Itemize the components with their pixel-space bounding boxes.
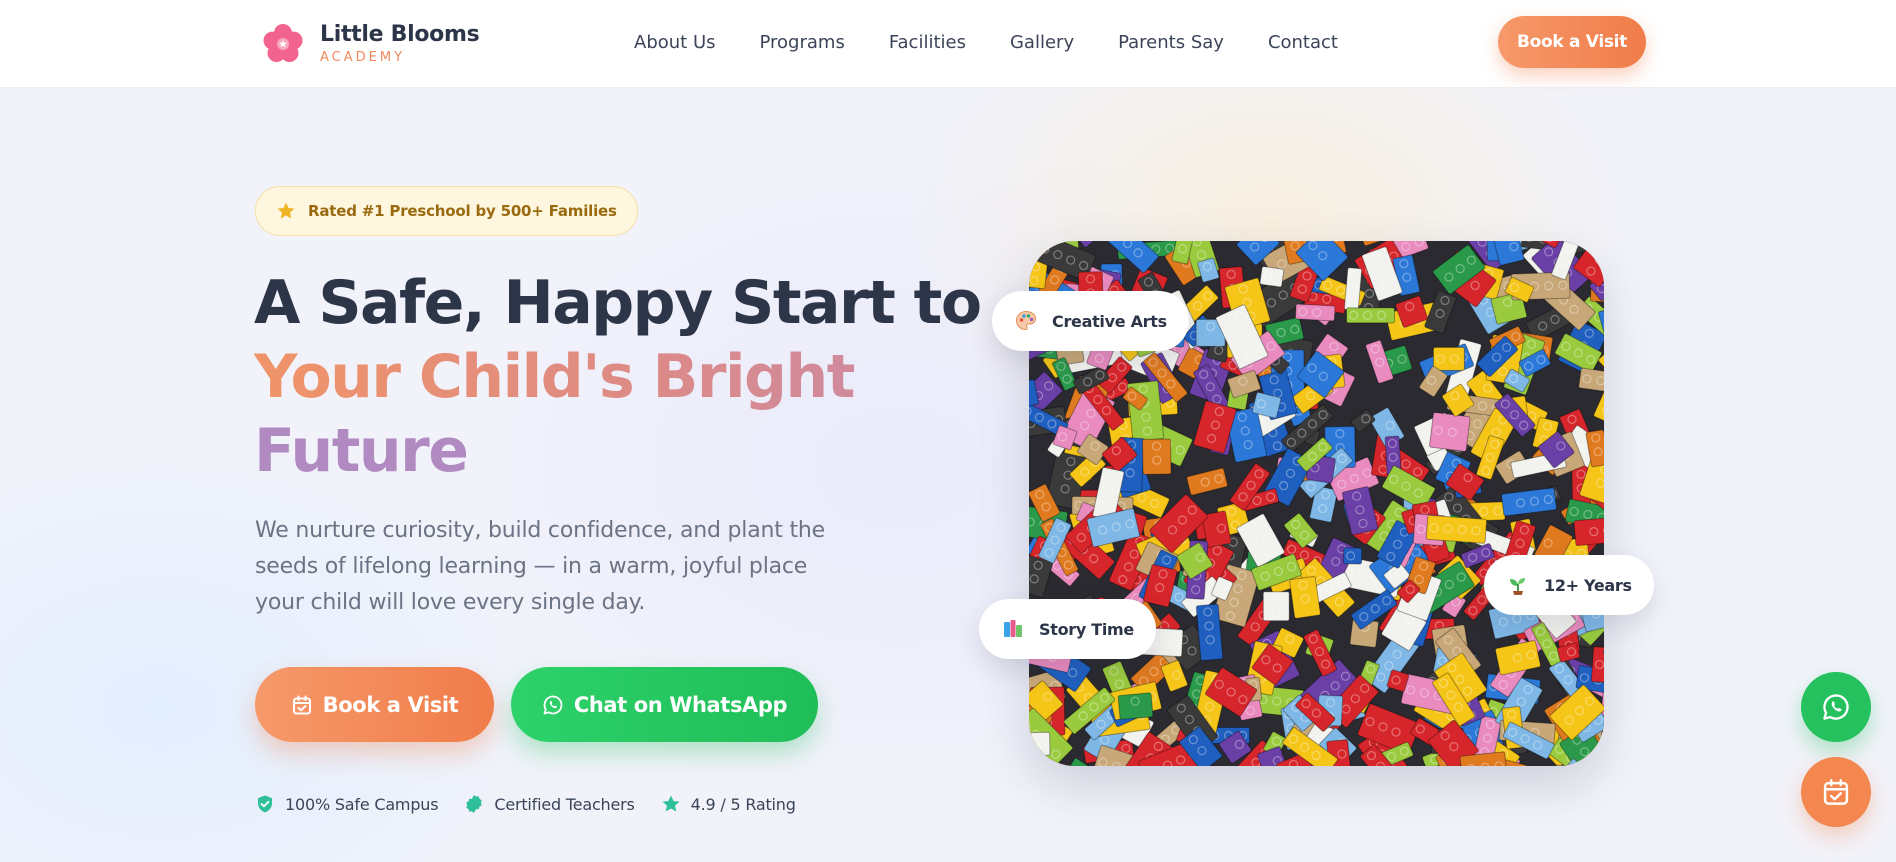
hero-description: We nurture curiosity, build confidence, … [255, 518, 825, 615]
chip-story-time-label: Story Time [1039, 619, 1134, 639]
palette-icon [1015, 310, 1037, 331]
chip-creative-arts: Creative Arts [992, 291, 1189, 351]
trust-item-safe-campus: 100% Safe Campus [255, 794, 439, 814]
nav-link-programs[interactable]: Programs [760, 30, 845, 56]
rating-badge: Rated #1 Preschool by 500+ Families [255, 186, 638, 236]
rating-badge-text: Rated #1 Preschool by 500+ Families [308, 202, 617, 220]
whatsapp-icon [543, 695, 563, 714]
book-visit-label: Book a Visit [322, 692, 459, 717]
star-icon [277, 202, 295, 219]
whatsapp-icon [1823, 694, 1849, 720]
headline-line-2: Your Child's Bright [254, 340, 954, 414]
headline-line-3: Future [254, 416, 469, 486]
books-icon [1004, 620, 1022, 637]
header-book-visit-button[interactable]: Book a Visit [1498, 16, 1646, 68]
nav-link-parents-say[interactable]: Parents Say [1118, 30, 1224, 56]
trust-text: Certified Teachers [494, 794, 635, 814]
headline-line-1: A Safe, Happy Start to [254, 268, 982, 338]
seedling-icon [1510, 578, 1525, 595]
trust-item-rating: 4.9 / 5 Rating [661, 794, 796, 814]
chip-years-experience: 12+ Years [1484, 555, 1654, 615]
calendar-check-icon [1823, 779, 1849, 805]
site-header: Little Blooms ACADEMY About Us Programs … [0, 0, 1896, 88]
nav-link-gallery[interactable]: Gallery [1010, 30, 1074, 56]
chat-whatsapp-button[interactable]: Chat on WhatsApp [511, 667, 818, 742]
chat-whatsapp-label: Chat on WhatsApp [573, 692, 788, 717]
floating-book-visit-button[interactable] [1801, 757, 1871, 827]
trust-text: 4.9 / 5 Rating [690, 794, 796, 814]
trust-indicators: 100% Safe Campus Certified Teachers 4.9 … [255, 794, 822, 814]
hero-headline: A Safe, Happy Start to Your Child's Brig… [254, 266, 982, 488]
flower-icon [263, 24, 303, 62]
trust-text: 100% Safe Campus [285, 794, 439, 814]
badge-check-icon [466, 795, 483, 813]
book-visit-button[interactable]: Book a Visit [255, 667, 494, 742]
chip-years-label: 12+ Years [1544, 575, 1632, 595]
nav-link-about[interactable]: About Us [634, 30, 716, 56]
chip-creative-arts-label: Creative Arts [1052, 311, 1167, 331]
chip-story-time: Story Time [979, 599, 1156, 659]
nav-link-facilities[interactable]: Facilities [889, 30, 966, 56]
main-nav: About Us Programs Facilities Gallery Par… [634, 30, 1382, 56]
brand-title: Little Blooms [320, 22, 480, 47]
brand-subtitle: ACADEMY [320, 50, 406, 65]
calendar-check-icon [292, 695, 311, 714]
shield-check-icon [258, 795, 272, 813]
trust-item-certified-teachers: Certified Teachers [464, 794, 635, 814]
star-icon [662, 795, 680, 812]
brand-logo[interactable]: Little Blooms ACADEMY [260, 18, 480, 70]
floating-whatsapp-button[interactable] [1801, 672, 1871, 742]
nav-link-contact[interactable]: Contact [1268, 30, 1338, 56]
